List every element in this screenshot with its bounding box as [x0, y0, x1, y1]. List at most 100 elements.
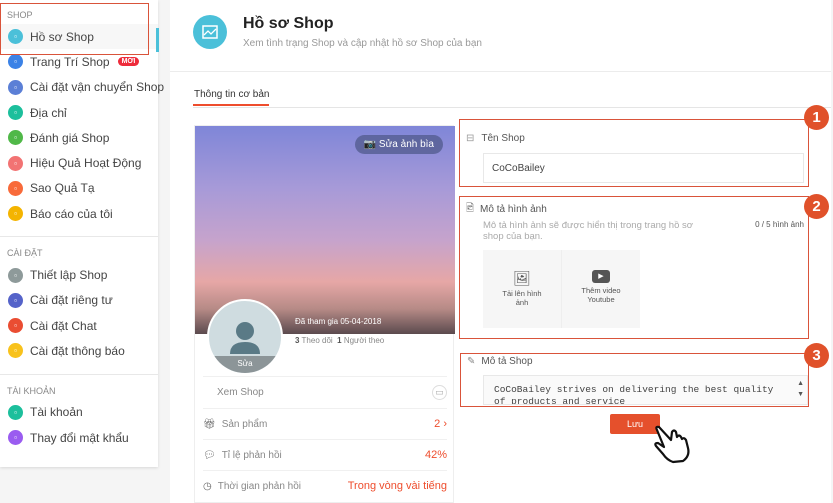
joined-date: Đã tham gia 05-04-2018: [295, 317, 382, 326]
hand-cursor-icon: [654, 425, 690, 464]
sidebar-item-label: Cài đặt vận chuyển Shop: [30, 80, 165, 95]
annotation-badge: 2: [804, 194, 829, 219]
sidebar-item-label: Cài đặt riêng tư: [30, 293, 113, 308]
upload-image-label: Tải lên hình ảnh: [502, 289, 542, 307]
sidebar-item[interactable]: ▫ Thay đổi mật khẩu: [0, 425, 158, 450]
followers-label: Người theo: [343, 336, 385, 345]
stat-value: 2 ›: [434, 418, 447, 430]
stat-row: ◷ Thời gian phản hồi Trong vòng vài tiếng: [203, 470, 447, 501]
sidebar-item[interactable]: ▫ Thiết lập Shop: [0, 262, 158, 287]
sidebar-item[interactable]: ▫ Đánh giá Shop: [0, 125, 158, 150]
image-desc-label: Mô tả hình ảnh: [480, 204, 547, 215]
page-subtitle: Xem tình trạng Shop và cập nhật hồ sơ Sh…: [243, 38, 482, 49]
stat-row[interactable]: 🎁︎ Sản phẩm 2 ›: [203, 408, 447, 439]
location-icon: ▫: [8, 105, 23, 121]
chat-icon: ▫: [8, 318, 23, 334]
bell-icon: ▫: [8, 343, 23, 359]
stat-label: Thời gian phản hồi: [217, 480, 302, 492]
stat-label: Sản phẩm: [221, 418, 268, 430]
divider: [170, 71, 831, 72]
image-upload-icon: 🖼: [513, 270, 531, 286]
sidebar-item[interactable]: ▫ Hiệu Quả Hoạt Động: [0, 150, 158, 175]
shop-desc-label: Mô tả Shop: [481, 356, 533, 367]
youtube-icon: ▶: [592, 270, 610, 283]
truck-icon: ▫: [8, 79, 23, 95]
stat-label: Tỉ lệ phản hồi: [221, 449, 282, 461]
shop-name-label: Tên Shop: [481, 133, 525, 144]
edit-cover-button[interactable]: 📷 Sửa ảnh bìa: [354, 135, 443, 154]
edit-cover-label: Sửa ảnh bìa: [378, 139, 434, 150]
sidebar-item-label: Tài khoản: [30, 405, 83, 420]
sidebar-item-label: Hiệu Quả Hoạt Động: [30, 156, 142, 171]
divider: [0, 373, 158, 375]
follow-stats: 3 Theo dõi 1 Người theo: [295, 336, 384, 345]
image-count: 0 / 5 hình ảnh: [755, 220, 804, 229]
add-video-button[interactable]: ▶ Thêm video Youtube: [562, 250, 640, 328]
account-icon: ▫: [8, 404, 23, 420]
report-icon: ▫: [8, 206, 23, 222]
page-title: Hồ sơ Shop: [243, 15, 334, 32]
annotation-badge: 3: [804, 343, 829, 368]
view-shop-row[interactable]: Xem Shop ▭: [203, 376, 447, 407]
avatar-edit-button[interactable]: Sửa: [209, 356, 281, 373]
chat-bubble-icon: 💬︎: [203, 449, 216, 461]
sidebar-item-label: Báo cáo của tôi: [30, 206, 113, 221]
shop-card: 📷 Sửa ảnh bìa Đã tham gia 05-04-2018 3 T…: [194, 125, 455, 503]
image-icon: 🖻: [466, 203, 475, 214]
profile-icon: [193, 15, 227, 49]
shop-desc-textarea[interactable]: CoCoBailey strives on delivering the bes…: [483, 375, 808, 405]
sidebar-item-label: Sao Quả Tạ: [30, 181, 95, 196]
tab-basic-info[interactable]: Thông tin cơ bản: [194, 89, 270, 100]
gift-icon: 🎁︎: [203, 418, 216, 430]
following-count: 3: [295, 336, 300, 345]
divider: [193, 107, 831, 108]
sidebar-item-label: Trang Trí Shop: [30, 54, 110, 69]
sidebar-item[interactable]: ▫ Địa chỉ: [0, 100, 158, 125]
stat-value: Trong vòng vài tiếng: [347, 480, 447, 492]
divider: [0, 236, 158, 238]
sidebar-item-label: Địa chỉ: [30, 105, 67, 120]
gear-icon: ▫: [8, 267, 23, 283]
sidebar-item[interactable]: ▫ Cài đặt vận chuyển Shop: [0, 75, 164, 100]
sidebar-section-title: TÀI KHOẢN: [7, 385, 56, 396]
monitor-icon: ▭: [432, 384, 447, 400]
image-description-section: 🖻 Mô tả hình ảnh Mô tả hình ảnh sẽ được h…: [459, 196, 809, 339]
annotation-badge: 1: [804, 105, 829, 130]
sidebar-item[interactable]: ▫ Tài khoản: [0, 400, 158, 425]
chart-icon: ▫: [8, 155, 23, 171]
following-label: Theo dõi: [301, 336, 333, 345]
upload-image-button[interactable]: 🖼 Tải lên hình ảnh: [483, 250, 562, 328]
sidebar-item[interactable]: ▫ Báo cáo của tôi: [0, 201, 158, 226]
sidebar-item-label: Đánh giá Shop: [30, 130, 110, 145]
star-icon: ▫: [8, 130, 23, 146]
shop-description-section: ✎ Mô tả Shop CoCoBailey strives on delive…: [460, 353, 809, 407]
shop-name-input[interactable]: CoCoBailey: [483, 153, 804, 183]
sidebar-item[interactable]: ▫ Sao Quả Tạ: [0, 176, 158, 201]
sidebar-item-label: Thiết lập Shop: [30, 268, 108, 283]
camera-icon: 📷: [363, 139, 377, 150]
sidebar-item[interactable]: ▫ Cài đặt thông báo: [0, 338, 158, 363]
sidebar-item[interactable]: ▫ Cài đặt Chat: [0, 313, 158, 338]
store-icon: ⊟: [466, 133, 475, 144]
sidebar-section-title: CÀI ĐẶT: [7, 248, 43, 259]
stat-row: 💬︎ Tỉ lệ phản hồi 42%: [203, 439, 447, 470]
stat-value: 42%: [424, 449, 447, 461]
tab-underline: [193, 104, 269, 106]
highlight-box: [0, 3, 149, 55]
media-upload-area: 🖼 Tải lên hình ảnh ▶ Thêm video Youtube: [483, 250, 640, 328]
avatar[interactable]: Sửa: [207, 299, 283, 375]
lightning-icon: ▫: [8, 180, 23, 196]
sidebar-item-label: Cài đặt Chat: [30, 318, 97, 333]
add-video-label: Thêm video Youtube: [581, 286, 621, 304]
sidebar-item-label: Thay đổi mật khẩu: [30, 430, 129, 445]
sidebar-item-label: Cài đặt thông báo: [30, 343, 125, 358]
decor-icon: ▫: [8, 54, 23, 70]
active-indicator: [156, 28, 159, 52]
textarea-scrollbar[interactable]: ▲ ▼: [797, 378, 804, 400]
shop-name-section: ⊟ Tên Shop CoCoBailey: [459, 119, 809, 187]
sidebar-item[interactable]: ▫ Cài đặt riêng tư: [0, 288, 158, 313]
lock-icon: ▫: [8, 292, 23, 308]
view-shop-link[interactable]: Xem Shop: [217, 387, 264, 398]
main-panel: Hồ sơ Shop Xem tình trạng Shop và cập nh…: [170, 0, 831, 503]
pencil-icon: ✎: [467, 356, 476, 367]
